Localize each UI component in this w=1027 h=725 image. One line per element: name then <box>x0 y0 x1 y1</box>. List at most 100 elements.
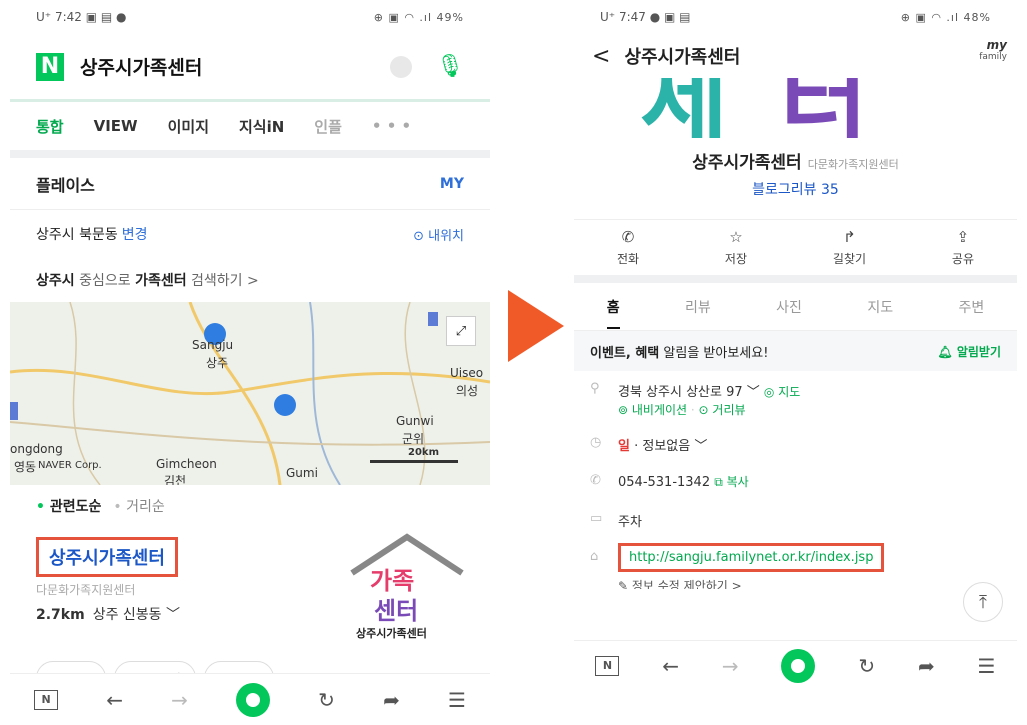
my-location-button[interactable]: ⊙ 내위치 <box>413 225 464 244</box>
location-row: 상주시 북문동 변경 ⊙ 내위치 <box>10 210 490 258</box>
share-button[interactable]: ⇪ 공유 <box>952 228 974 267</box>
map-label-gumi: Gumi <box>286 466 318 480</box>
refresh-icon[interactable]: ↻ <box>318 688 335 712</box>
notify-button[interactable]: 🔔︎ 알림받기 <box>937 343 1001 360</box>
tab-reviews[interactable]: 리뷰 <box>685 297 711 317</box>
banner-text-2: 터 <box>780 78 868 138</box>
result-thumbnail[interactable]: 가족 센터 상주시가족센터 <box>348 533 466 645</box>
call-button[interactable]: ✆ 전화 <box>617 228 639 267</box>
familynet-logo: my family <box>963 38 1007 68</box>
share-icon: ⇪ <box>956 228 970 246</box>
homepage-row: ⌂ http://sangju.familynet.or.kr/index.js… <box>590 539 1001 577</box>
change-location-link[interactable]: 변경 <box>122 227 148 243</box>
expand-map-icon[interactable]: ⤢ <box>446 316 476 346</box>
menu-icon[interactable]: ☰ <box>978 654 996 678</box>
search-bar[interactable]: N 상주시가족센터 🎙︎ <box>10 34 490 102</box>
result-item[interactable]: 상주시가족센터 다문화가족지원센터 2.7km 상주 신봉동 ﹀ 가족 센터 상주… <box>10 527 490 647</box>
navigation-link[interactable]: ⊚ 내비게이션 <box>618 403 687 417</box>
tab-nearby[interactable]: 주변 <box>959 297 985 317</box>
map-label-gimcheon: Gimcheon <box>156 457 217 471</box>
back-arrow-icon[interactable]: ← <box>662 654 679 678</box>
distance-value: 2.7km <box>36 607 85 623</box>
map-scale: 20km <box>408 447 439 458</box>
status-bar: U⁺ 7:47 ● ▣ ▤ ⊕ ▣ ◠ .ıl 48% <box>600 10 991 24</box>
center-banner-image[interactable]: 세 터 <box>574 78 1017 138</box>
street-view-link[interactable]: ⊙ 거리뷰 <box>699 403 746 417</box>
banner-text-1: 세 <box>640 78 728 138</box>
search-hint[interactable]: 상주시 중심으로 가족센터 검색하기 > <box>10 258 490 302</box>
refresh-icon[interactable]: ↻ <box>858 654 875 678</box>
navigation-label: 내비게이션 <box>631 403 688 417</box>
naver-logo[interactable]: N <box>36 52 64 81</box>
battery-level: 48% <box>963 10 991 24</box>
naver-home-icon[interactable]: N <box>595 655 620 676</box>
back-arrow-icon[interactable]: ← <box>106 688 123 712</box>
right-phone-screen: U⁺ 7:47 ● ▣ ▤ ⊕ ▣ ◠ .ıl 48% < 상주시가족센터 my… <box>574 0 1017 690</box>
hours-row: ◷ 일 · 정보없음 ﹀ <box>590 435 708 454</box>
tab-view[interactable]: VIEW <box>94 117 138 135</box>
tab-map[interactable]: 지도 <box>867 297 893 317</box>
map-label-gunwi: Gunwi <box>396 414 434 428</box>
tab-influencer[interactable]: 인플 <box>314 116 342 137</box>
clear-icon[interactable] <box>390 55 412 78</box>
result-title-link[interactable]: 상주시가족센터 <box>36 537 178 577</box>
tab-integrated[interactable]: 통합 <box>36 116 64 137</box>
sort-relevance[interactable]: 관련도순 <box>36 496 102 516</box>
event-notice: 이벤트, 혜택 알림을 받아보세요! 🔔︎ 알림받기 <box>574 331 1017 371</box>
green-dot-home-icon[interactable] <box>781 648 816 683</box>
search-tabs: 통합 VIEW 이미지 지식iN 인플 • • • <box>10 102 490 158</box>
tab-images[interactable]: 이미지 <box>168 116 209 137</box>
forward-arrow-icon[interactable]: → <box>171 688 188 712</box>
my-location-label: 내위치 <box>428 228 464 244</box>
clock: 7:47 <box>618 10 646 24</box>
map-pin-2[interactable] <box>274 394 296 416</box>
menu-icon[interactable]: ☰ <box>448 688 466 712</box>
address-text: 경북 상주시 상산로 97 <box>618 385 743 400</box>
chevron-down-icon[interactable]: ﹀ <box>694 439 707 454</box>
chevron-down-icon[interactable]: ﹀ <box>166 607 180 623</box>
search-query[interactable]: 상주시가족센터 <box>80 53 202 80</box>
transition-arrow-icon <box>508 290 564 362</box>
home-icon: ⌂ <box>590 549 599 564</box>
location-pin-icon: ⚲ <box>590 381 600 396</box>
place-name-line: 상주시가족센터 다문화가족지원센터 <box>574 148 1017 173</box>
mic-icon[interactable]: 🎙︎ <box>436 54 464 79</box>
suggest-edit-link[interactable]: ✎ 정보 수정 제안하기 > <box>618 577 1001 589</box>
tab-kin[interactable]: 지식iN <box>239 116 284 137</box>
map-link[interactable]: ◎ 지도 <box>764 385 800 399</box>
my-link[interactable]: MY <box>440 176 464 192</box>
directions-button[interactable]: ↱ 길찾기 <box>833 228 866 267</box>
chevron-down-icon[interactable]: ﹀ <box>747 385 760 400</box>
pencil-icon: ✎ <box>618 579 632 589</box>
clock: 7:42 <box>54 10 82 24</box>
hours-day: 일 <box>618 439 630 454</box>
homepage-link[interactable]: http://sangju.familynet.or.kr/index.jsp <box>618 543 885 572</box>
hint-suffix: 검색하기 > <box>186 273 259 289</box>
detail-tabs: 홈 리뷰 사진 지도 주변 <box>574 283 1017 331</box>
phone-icon: ✆ <box>621 228 635 246</box>
save-button[interactable]: ☆ 저장 <box>725 228 747 267</box>
battery-level: 49% <box>436 10 464 24</box>
hint-city: 상주시 <box>36 273 75 289</box>
scroll-to-top-icon[interactable]: ⤒ <box>963 582 1003 622</box>
save-label: 저장 <box>724 252 748 266</box>
tab-photos[interactable]: 사진 <box>776 297 802 317</box>
map-label-gunwi-ko: 군위 <box>402 432 425 446</box>
notify-label: 알림받기 <box>956 344 1001 359</box>
back-icon[interactable]: < <box>592 44 610 69</box>
more-tabs-icon[interactable]: • • • <box>372 117 411 135</box>
tab-home[interactable]: 홈 <box>606 297 620 329</box>
green-dot-home-icon[interactable] <box>236 682 271 717</box>
sort-distance[interactable]: 거리순 <box>113 496 165 516</box>
phone-icon: ✆ <box>590 473 601 488</box>
share-arrow-icon[interactable]: ➦ <box>918 654 935 678</box>
copy-button[interactable]: ⧉ 복사 <box>714 475 748 489</box>
forward-arrow-icon[interactable]: → <box>722 654 739 678</box>
blog-review-link[interactable]: 블로그리뷰 35 <box>574 179 1017 219</box>
phone-number[interactable]: 054-531-1342 <box>618 475 710 490</box>
map-view[interactable]: Sangju 상주 Uiseo 의성 Gunwi 군위 ongdong 영동 N… <box>10 302 490 485</box>
crosshair-icon: ⊙ <box>413 228 429 244</box>
share-arrow-icon[interactable]: ➦ <box>383 688 400 712</box>
detail-title: 상주시가족센터 <box>624 47 741 68</box>
naver-home-icon[interactable]: N <box>34 689 59 710</box>
